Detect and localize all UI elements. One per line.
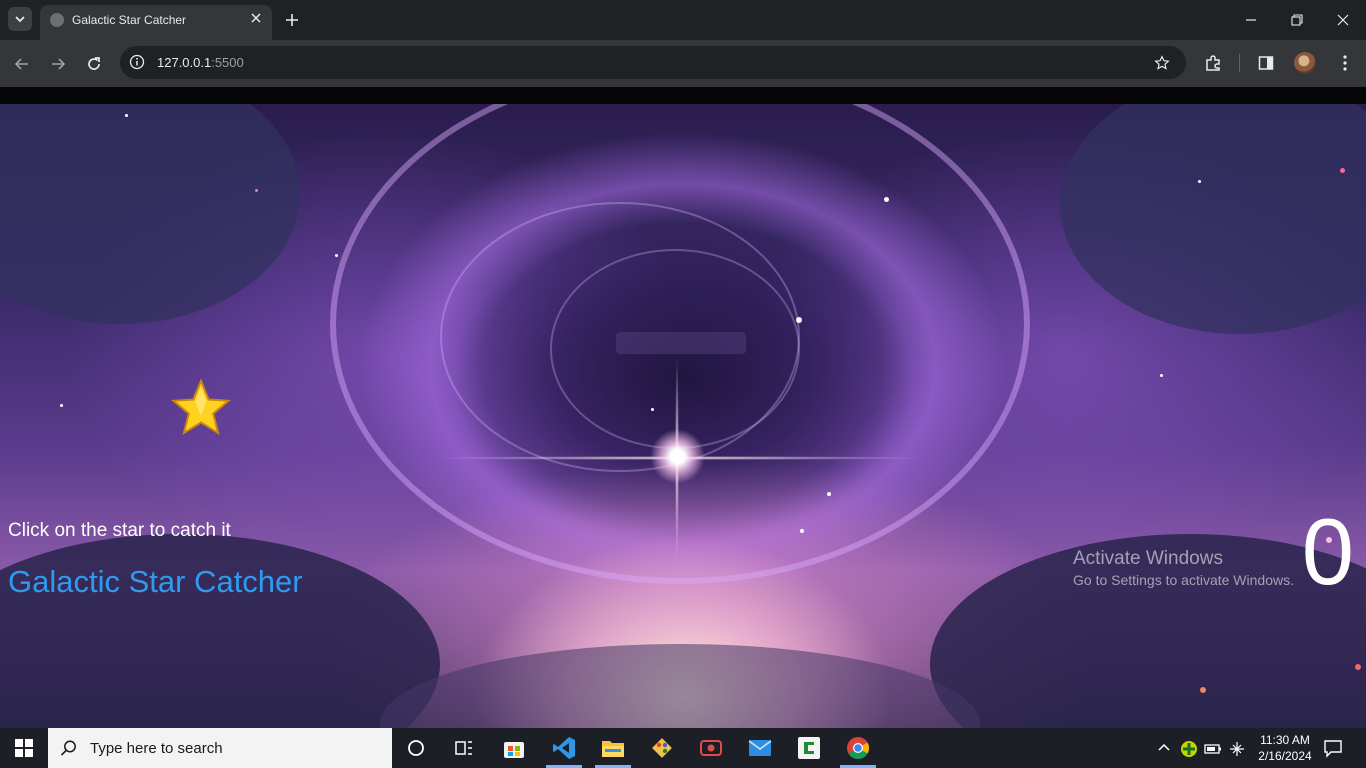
- vscode-icon[interactable]: [540, 728, 588, 768]
- star-speck: [125, 114, 128, 117]
- cloud: [1060, 104, 1366, 334]
- url-host: 127.0.0.1: [157, 55, 212, 70]
- reload-button[interactable]: [82, 52, 106, 76]
- clock-date: 2/16/2024: [1258, 749, 1312, 763]
- star-speck: [1355, 664, 1361, 670]
- catchable-star-icon[interactable]: [170, 378, 232, 438]
- kebab-menu-icon[interactable]: [1334, 52, 1356, 74]
- bookmark-star-icon[interactable]: [1151, 52, 1173, 74]
- forward-button[interactable]: [46, 52, 70, 76]
- cortana-icon[interactable]: [392, 728, 440, 768]
- cloud: [0, 104, 300, 324]
- star-speck: [884, 197, 889, 202]
- activate-windows-subtitle: Go to Settings to activate Windows.: [1073, 572, 1294, 588]
- minimize-icon: [1246, 19, 1256, 21]
- microsoft-store-icon[interactable]: [490, 728, 538, 768]
- search-icon: [60, 740, 76, 756]
- task-view-icon[interactable]: [440, 728, 488, 768]
- reload-icon: [88, 57, 100, 70]
- notification-icon[interactable]: [1323, 738, 1343, 758]
- network-icon[interactable]: [1228, 740, 1246, 758]
- close-window-icon: [1337, 14, 1349, 26]
- back-button[interactable]: [10, 52, 34, 76]
- star-speck: [60, 404, 63, 407]
- clock-time: 11:30 AM: [1260, 733, 1310, 747]
- game-title: Galactic Star Catcher: [8, 564, 303, 599]
- chrome-icon[interactable]: [834, 728, 882, 768]
- search-placeholder: Type here to search: [90, 739, 223, 757]
- toolbar-divider: [1239, 54, 1240, 72]
- close-icon[interactable]: [248, 10, 264, 26]
- game-instruction: Click on the star to catch it: [8, 520, 231, 541]
- tab-search-icon[interactable]: [8, 7, 32, 31]
- restore-icon: [1291, 14, 1303, 26]
- cloud: [380, 644, 980, 728]
- url-port: :5500: [211, 55, 244, 70]
- camtasia-icon[interactable]: [785, 728, 833, 768]
- star-speck: [796, 317, 802, 323]
- close-window-button[interactable]: [1333, 10, 1353, 30]
- page-top-strip: [0, 87, 1366, 104]
- star-speck: [827, 492, 831, 496]
- faint-overlay: [616, 332, 746, 354]
- mail-icon[interactable]: [736, 728, 784, 768]
- screen-recorder-icon[interactable]: [687, 728, 735, 768]
- star-speck: [335, 254, 338, 257]
- score-counter: 0: [1301, 499, 1354, 604]
- star-speck: [651, 408, 654, 411]
- tray-app-icon[interactable]: [1180, 740, 1198, 758]
- side-panel-icon[interactable]: [1255, 52, 1277, 74]
- taskbar-search-box[interactable]: Type here to search: [48, 728, 392, 768]
- start-button[interactable]: [0, 728, 48, 768]
- tab-title: Galactic Star Catcher: [72, 13, 187, 27]
- star-speck: [800, 529, 804, 533]
- git-icon[interactable]: [638, 728, 686, 768]
- extensions-icon[interactable]: [1202, 52, 1224, 74]
- back-icon: [14, 58, 28, 70]
- minimize-button[interactable]: [1241, 10, 1261, 30]
- favicon-icon: [50, 13, 64, 27]
- star-speck: [1200, 687, 1206, 693]
- plus-icon: [286, 14, 298, 26]
- forward-icon: [52, 58, 66, 70]
- file-explorer-icon[interactable]: [589, 728, 637, 768]
- star-speck: [255, 189, 258, 192]
- battery-icon[interactable]: [1204, 741, 1222, 757]
- star-speck: [1198, 180, 1201, 183]
- new-tab-button[interactable]: [282, 10, 302, 30]
- clock[interactable]: 11:30 AM 2/16/2024: [1250, 732, 1320, 764]
- activate-windows-title: Activate Windows: [1073, 548, 1223, 569]
- profile-avatar[interactable]: [1294, 52, 1316, 74]
- star-speck: [1340, 168, 1345, 173]
- site-info-icon[interactable]: [128, 53, 146, 71]
- restore-button[interactable]: [1287, 10, 1307, 30]
- address-bar[interactable]: [120, 46, 1186, 79]
- url-text[interactable]: 127.0.0.1:5500: [157, 55, 244, 70]
- star-speck: [1160, 374, 1163, 377]
- central-star-glow: [650, 429, 705, 484]
- windows-logo-icon: [15, 739, 33, 757]
- chevron-up-icon[interactable]: [1156, 740, 1172, 756]
